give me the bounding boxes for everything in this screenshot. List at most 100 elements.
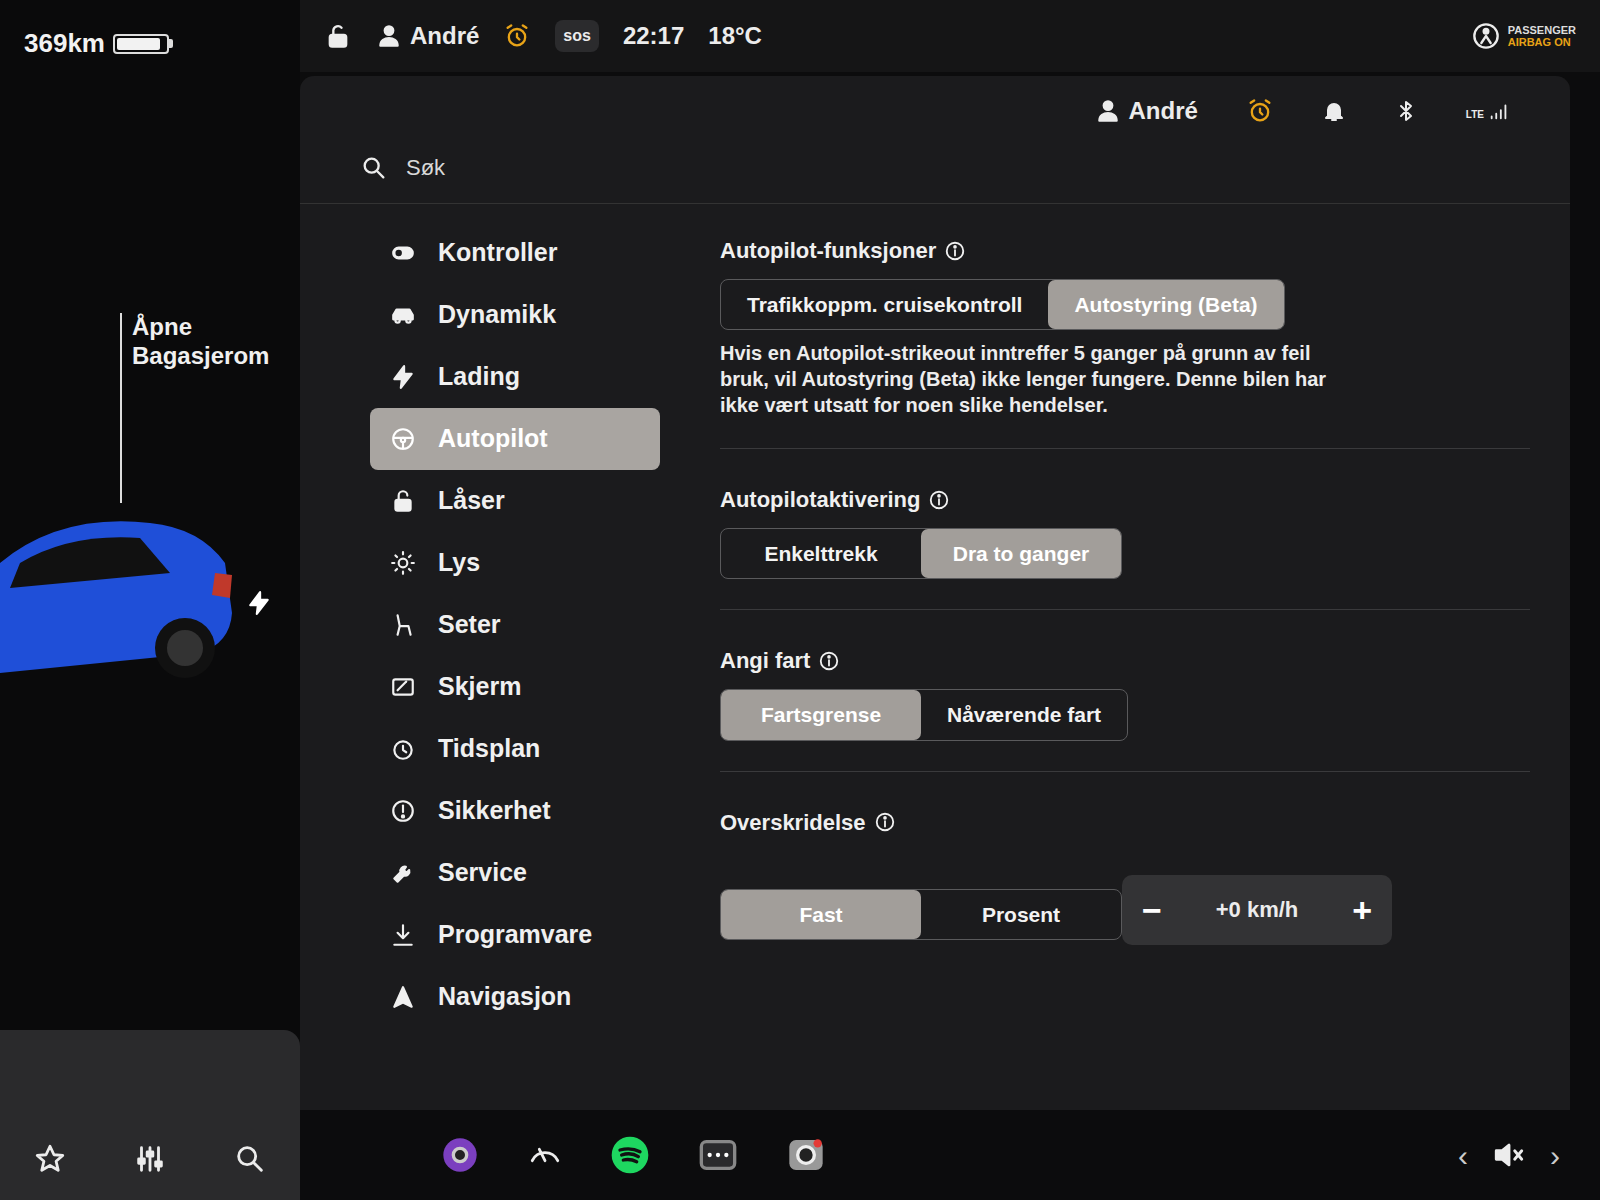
- sidebar-label: Autopilot: [438, 420, 548, 458]
- camera-app-icon[interactable]: [440, 1135, 480, 1175]
- sidebar-item[interactable]: Sikkerhet: [370, 780, 660, 842]
- segment-option[interactable]: Prosent: [921, 890, 1121, 939]
- segment-label: Enkelttrekk: [764, 541, 877, 566]
- car-panel: 369km Åpne Bagasjerom: [0, 0, 300, 1200]
- segment-option[interactable]: Autostyring (Beta): [1048, 280, 1283, 329]
- sidebar-item[interactable]: Navigasjon: [370, 966, 660, 1028]
- sidebar-item[interactable]: Autopilot: [370, 408, 660, 470]
- decrease-button[interactable]: −: [1142, 893, 1162, 927]
- sidebar-item[interactable]: Skjerm: [370, 656, 660, 718]
- network-type: LTE: [1466, 107, 1484, 122]
- section-title-text: Autopilot-funksjoner: [720, 234, 936, 267]
- more-apps-icon[interactable]: [698, 1135, 738, 1175]
- temperature: 18°C: [708, 18, 762, 54]
- unlock-icon[interactable]: [324, 22, 352, 50]
- info-icon[interactable]: [944, 240, 966, 262]
- section-title-text: Autopilotaktivering: [720, 483, 920, 516]
- speaker-muted-icon[interactable]: [1492, 1138, 1526, 1172]
- segment-option[interactable]: Dra to ganger: [921, 529, 1121, 578]
- app-launcher: [440, 1135, 826, 1175]
- settings-body: Kontroller Dynamikk Lading Autopilot Låser Ly…: [300, 204, 1570, 1110]
- sidebar-item[interactable]: Tidsplan: [370, 718, 660, 780]
- settings-section: Angi fartFartsgrenseNåværende fart: [720, 644, 1530, 771]
- controls-sliders-icon[interactable]: [133, 1142, 167, 1176]
- sidebar-label: Dynamikk: [438, 296, 556, 334]
- airbag-icon: [1472, 22, 1500, 50]
- profile-name: André: [1129, 93, 1198, 129]
- settings-section: Autopilotaktivering Enkelttrekk Dra to gan…: [720, 483, 1530, 610]
- settings-content: Autopilot-funksjoner Trafikkoppm. cruisek…: [680, 204, 1570, 1110]
- segment-option[interactable]: Fast: [721, 890, 921, 939]
- segment-option[interactable]: Trafikkoppm. cruisekontroll: [721, 280, 1048, 329]
- lock-icon: [390, 488, 416, 514]
- car-image-icon: [0, 503, 240, 703]
- favorites-star-icon[interactable]: [33, 1142, 67, 1176]
- range-row: 369km: [0, 0, 300, 63]
- settings-search[interactable]: [404, 150, 804, 185]
- person-icon: [376, 23, 402, 49]
- segment-label: Fast: [799, 902, 842, 927]
- settings-section: OverskridelseFastProsent−+0 km/h+: [720, 806, 1530, 963]
- alarm-icon[interactable]: [503, 22, 531, 50]
- segment-option[interactable]: Nåværende fart: [921, 690, 1127, 739]
- sidebar-item[interactable]: Lading: [370, 346, 660, 408]
- dashcam-icon[interactable]: [786, 1135, 826, 1175]
- sos-button[interactable]: sos: [555, 20, 599, 52]
- clock-icon: [390, 736, 416, 762]
- sidebar-label: Service: [438, 854, 527, 892]
- volume-up-button[interactable]: ›: [1550, 1133, 1560, 1178]
- info-icon[interactable]: [928, 489, 950, 511]
- sidebar-item[interactable]: Programvare: [370, 904, 660, 966]
- info-icon[interactable]: [874, 811, 896, 833]
- volume-control: ‹›: [1458, 1133, 1560, 1178]
- volume-down-button[interactable]: ‹: [1458, 1133, 1468, 1178]
- sidebar-label: Lading: [438, 358, 520, 396]
- profile-button[interactable]: André: [1095, 93, 1198, 129]
- main-area: Andrésos22:1718°CPASSENGERAIRBAG ON Andr…: [300, 0, 1600, 1200]
- search-icon[interactable]: [233, 1142, 267, 1176]
- segment-option[interactable]: Fartsgrense: [721, 690, 921, 739]
- info-icon[interactable]: [818, 650, 840, 672]
- spotify-icon[interactable]: [610, 1135, 650, 1175]
- seat-icon: [390, 612, 416, 638]
- segmented-control: Trafikkoppm. cruisekontrollAutostyring (…: [720, 279, 1285, 330]
- network-status: LTE: [1466, 100, 1510, 122]
- user-profile[interactable]: André: [376, 18, 479, 54]
- bluetooth-icon[interactable]: [1394, 99, 1418, 123]
- alarm-icon[interactable]: [1246, 97, 1274, 125]
- car-view: Åpne Bagasjerom: [0, 63, 300, 1030]
- increase-button[interactable]: +: [1352, 893, 1372, 927]
- settings-panel: André LTE Kontroller Dynamikk Lading Autopil…: [300, 76, 1570, 1110]
- wrench-icon: [390, 860, 416, 886]
- segment-option[interactable]: Enkelttrekk: [721, 529, 921, 578]
- sidebar: Kontroller Dynamikk Lading Autopilot Låser Ly…: [300, 204, 680, 1110]
- steering-wheel-icon: [390, 426, 416, 452]
- wiper-icon[interactable]: [528, 1138, 562, 1172]
- settings-section: Autopilot-funksjoner Trafikkoppm. cruisek…: [720, 234, 1530, 449]
- search-icon: [360, 154, 388, 182]
- person-icon: [1095, 98, 1121, 124]
- bell-icon[interactable]: [1322, 99, 1346, 123]
- sidebar-item[interactable]: Dynamikk: [370, 284, 660, 346]
- bolt-icon: [390, 364, 416, 390]
- user-name: André: [410, 18, 479, 54]
- battery-cap: [169, 39, 173, 48]
- segmented-control: Fast Prosent: [720, 889, 1122, 940]
- toggle-icon: [390, 240, 416, 266]
- clock-time: 22:17: [623, 18, 684, 54]
- sun-icon: [390, 550, 416, 576]
- section-note: Hvis en Autopilot-strikeout inntreffer 5…: [720, 340, 1340, 418]
- car-icon: [390, 302, 416, 328]
- stepper-value: +0 km/h: [1216, 893, 1299, 926]
- sidebar-label: Skjerm: [438, 668, 521, 706]
- sidebar-item[interactable]: Service: [370, 842, 660, 904]
- sidebar-label: Låser: [438, 482, 505, 520]
- sidebar-item[interactable]: Kontroller: [370, 222, 660, 284]
- range-text: 369km: [24, 24, 105, 63]
- sidebar-item[interactable]: Seter: [370, 594, 660, 656]
- open-trunk-button[interactable]: Åpne Bagasjerom: [120, 313, 280, 503]
- car-toolbar: [0, 1030, 300, 1200]
- segmented-control: FartsgrenseNåværende fart: [720, 689, 1128, 740]
- sidebar-item[interactable]: Lys: [370, 532, 660, 594]
- sidebar-item[interactable]: Låser: [370, 470, 660, 532]
